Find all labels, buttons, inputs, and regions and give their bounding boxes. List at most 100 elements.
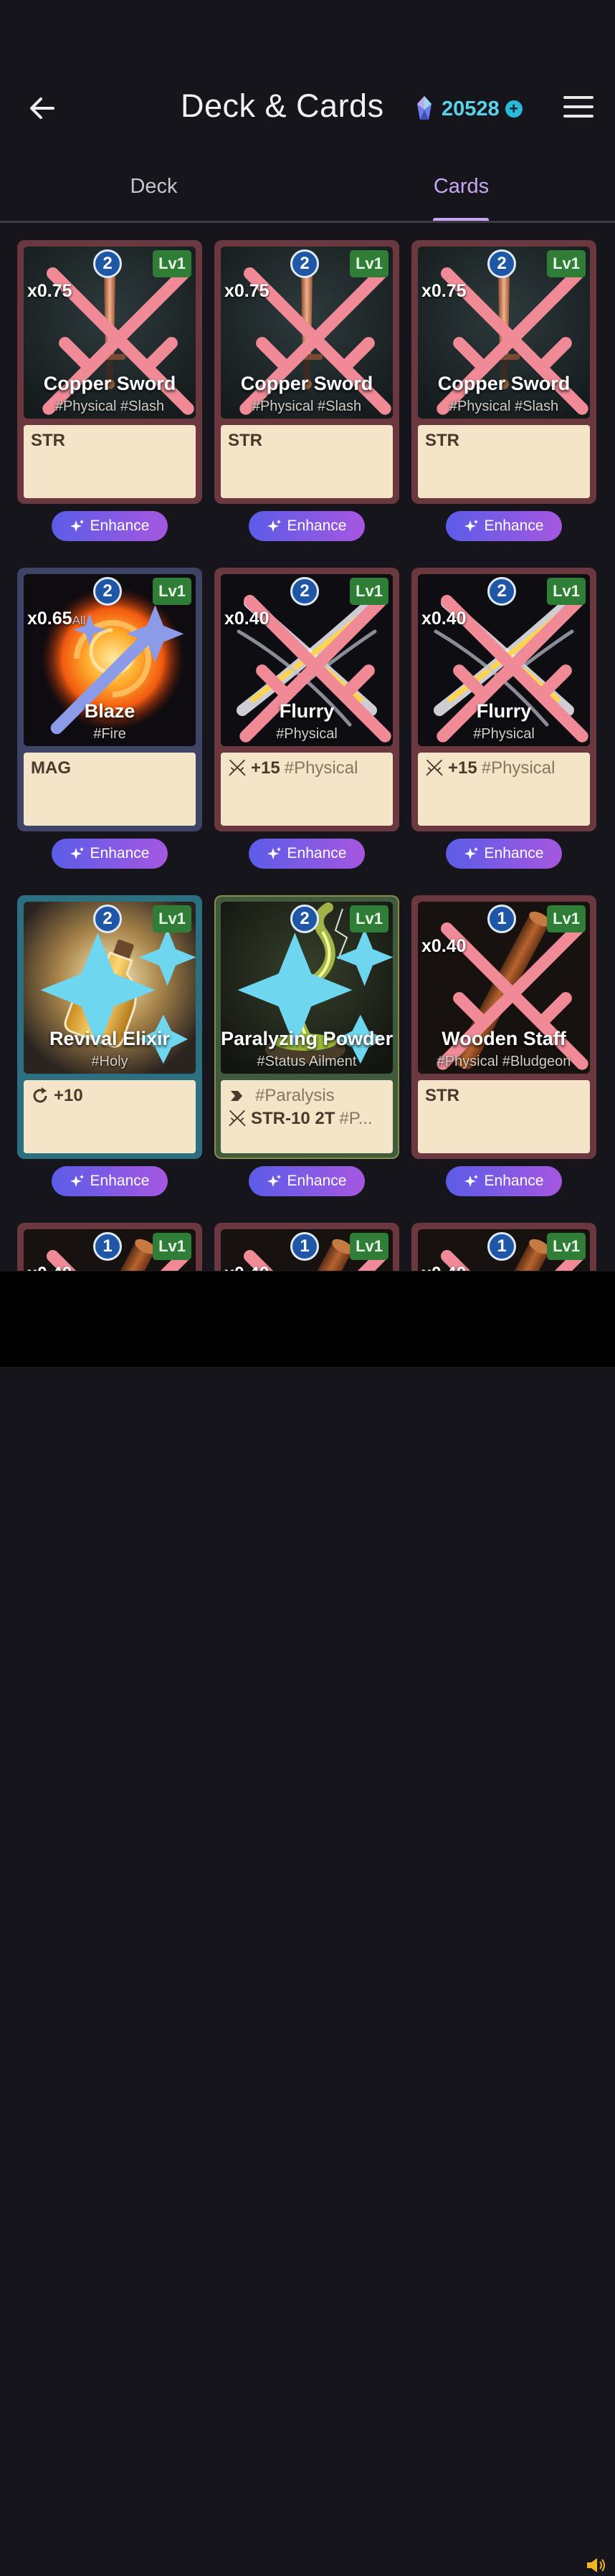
card-effect-tag: #Physical (481, 758, 556, 778)
card-art: 2 Lv1 x0.65All Blaze #Fire (24, 574, 196, 746)
multiplier-value: x0.40 (421, 936, 467, 956)
multiplier-suffix: All (72, 614, 86, 627)
card-cost-badge: 2 (290, 249, 319, 278)
card-effect-value: STR (228, 431, 262, 450)
multiplier-value: x0.40 (421, 1264, 467, 1271)
card-name: Paralyzing Powder (221, 1028, 393, 1049)
card-level-badge: Lv1 (153, 905, 191, 932)
card-tags: #Holy (91, 1054, 128, 1069)
gem-icon (417, 96, 432, 120)
add-gems-button[interactable]: + (505, 100, 523, 118)
enhance-button[interactable]: Enhance (52, 511, 168, 541)
multiplier-value: x0.40 (421, 609, 467, 629)
card-tags: #Physical #Slash (54, 399, 165, 414)
card-art: 2 Lv1 x0.75 Copper Sword #Physical #Slas… (24, 247, 196, 419)
enhance-button[interactable]: Enhance (249, 511, 365, 541)
card[interactable]: 2 Lv1 x0.75 Copper Sword #Physical #Slas… (214, 240, 399, 504)
card[interactable]: 1 Lv1 x0.40 (17, 1223, 202, 1271)
crossed-swords-icon (32, 253, 194, 415)
enhance-button[interactable]: Enhance (446, 839, 562, 869)
enhance-button[interactable]: Enhance (249, 1166, 365, 1196)
card[interactable]: 1 Lv1 x0.40 (411, 1223, 596, 1271)
card-art: 1 Lv1 x0.40 Wooden Staff #Physical #Blud… (418, 902, 590, 1074)
card[interactable]: 1 Lv1 x0.40 Wooden Staff #Physical #Blud… (411, 895, 596, 1159)
card[interactable]: 2 Lv1 x0.65All Blaze #Fire MAG (17, 568, 202, 831)
multiplier-value: x0.75 (421, 281, 467, 301)
card[interactable]: 2 Lv1 x0.75 Copper Sword #Physical #Slas… (411, 240, 596, 504)
card-description: MAG (24, 753, 196, 826)
page-title: Deck & Cards (181, 87, 384, 124)
card-cell: 1 Lv1 x0.40 Enhance (411, 1223, 598, 1271)
tab-cards[interactable]: Cards (308, 166, 615, 222)
crossed-swords-icon (229, 581, 391, 743)
enhance-button[interactable]: Enhance (52, 1166, 168, 1196)
card-multiplier: x0.40 (421, 1264, 467, 1271)
enhance-label: Enhance (90, 845, 150, 862)
enhance-label: Enhance (484, 845, 544, 862)
speaker-icon[interactable] (585, 2554, 606, 2576)
card[interactable]: 2 Lv1 x0.75 Copper Sword #Physical #Slas… (17, 240, 202, 504)
card-grid[interactable]: 2 Lv1 x0.75 Copper Sword #Physical #Slas… (17, 240, 598, 1271)
card-level-badge: Lv1 (547, 250, 586, 277)
card-name: Flurry (279, 700, 335, 722)
card-name: Blaze (84, 700, 135, 722)
card-art: 2 Lv1 x0.40 Flurry #Physical (418, 574, 590, 746)
crossed-swords-icon (228, 1110, 247, 1128)
card-multiplier: x0.40 (27, 1264, 72, 1271)
card-cost-badge: 1 (487, 905, 516, 933)
card-effect-value: +15 (251, 758, 280, 778)
card-multiplier: x0.40 (224, 609, 270, 629)
tab-bar: Deck Cards (0, 166, 615, 222)
card-multiplier: x0.40 (421, 609, 467, 629)
card-description: #Paralysis STR-10 2T #P... (221, 1080, 393, 1153)
card-name: Wooden Staff (442, 1028, 566, 1049)
enhance-button[interactable]: Enhance (52, 839, 168, 869)
card-description: +15 #Physical (418, 753, 590, 826)
back-arrow-icon[interactable] (26, 92, 59, 125)
crossed-swords-icon (228, 759, 247, 778)
enhance-label: Enhance (484, 1173, 544, 1189)
sparkle-icon (464, 520, 478, 532)
card-tags: #Physical #Slash (449, 399, 559, 414)
card[interactable]: 2 Lv1 x0.40 Flurry #Physical +15 #Physica… (214, 568, 399, 831)
card-cell: 2 Lv1 Paralyzing Powder #Status Ailment … (214, 895, 401, 1196)
card-level-badge: Lv1 (153, 578, 191, 605)
enhance-button[interactable]: Enhance (249, 839, 365, 869)
card-name: Copper Sword (437, 373, 571, 394)
card[interactable]: 2 Lv1 Revival Elixir #Holy +10 (17, 895, 202, 1159)
multiplier-value: x0.40 (224, 1264, 270, 1271)
card-tags: #Physical (473, 726, 535, 742)
card-cell: 2 Lv1 x0.75 Copper Sword #Physical #Slas… (214, 240, 401, 541)
card-effect-tag: #P... (339, 1109, 373, 1128)
card-cost-badge: 2 (93, 577, 122, 606)
enhance-label: Enhance (287, 517, 347, 534)
card-cost-badge: 2 (487, 577, 516, 606)
card-cost-badge: 2 (93, 905, 122, 933)
card-description: STR (418, 1080, 590, 1153)
card[interactable]: 1 Lv1 x0.40 (214, 1223, 399, 1271)
app-header: Deck & Cards 20528 + Deck Cards (0, 0, 615, 223)
card-art: 1 Lv1 x0.40 (418, 1229, 590, 1271)
enhance-label: Enhance (90, 517, 150, 534)
tab-deck[interactable]: Deck (0, 166, 308, 222)
card-cell: 1 Lv1 x0.40 Enhance (214, 1223, 401, 1271)
card-multiplier: x0.75 (224, 281, 270, 302)
card-level-badge: Lv1 (153, 1233, 191, 1260)
card-multiplier: x0.40 (224, 1264, 270, 1271)
card[interactable]: 2 Lv1 x0.40 Flurry #Physical +15 #Physica… (411, 568, 596, 831)
card-cell: 2 Lv1 Revival Elixir #Holy +10 Enhance (17, 895, 204, 1196)
crossed-swords-icon (426, 908, 588, 1070)
card-name: Copper Sword (43, 373, 176, 394)
card-cost-badge: 2 (487, 249, 516, 278)
gem-balance: 20528 + (416, 96, 523, 122)
card-name: Revival Elixir (49, 1028, 171, 1049)
enhance-label: Enhance (90, 1173, 150, 1189)
enhance-button[interactable]: Enhance (446, 511, 562, 541)
enhance-button[interactable]: Enhance (446, 1166, 562, 1196)
card[interactable]: 2 Lv1 Paralyzing Powder #Status Ailment … (214, 895, 399, 1159)
hamburger-menu-icon[interactable] (563, 96, 593, 120)
sparkle-icon (267, 847, 281, 859)
bottom-bar (0, 1272, 615, 2572)
card-cell: 1 Lv1 x0.40 Enhance (17, 1223, 204, 1271)
card-level-badge: Lv1 (547, 905, 586, 932)
